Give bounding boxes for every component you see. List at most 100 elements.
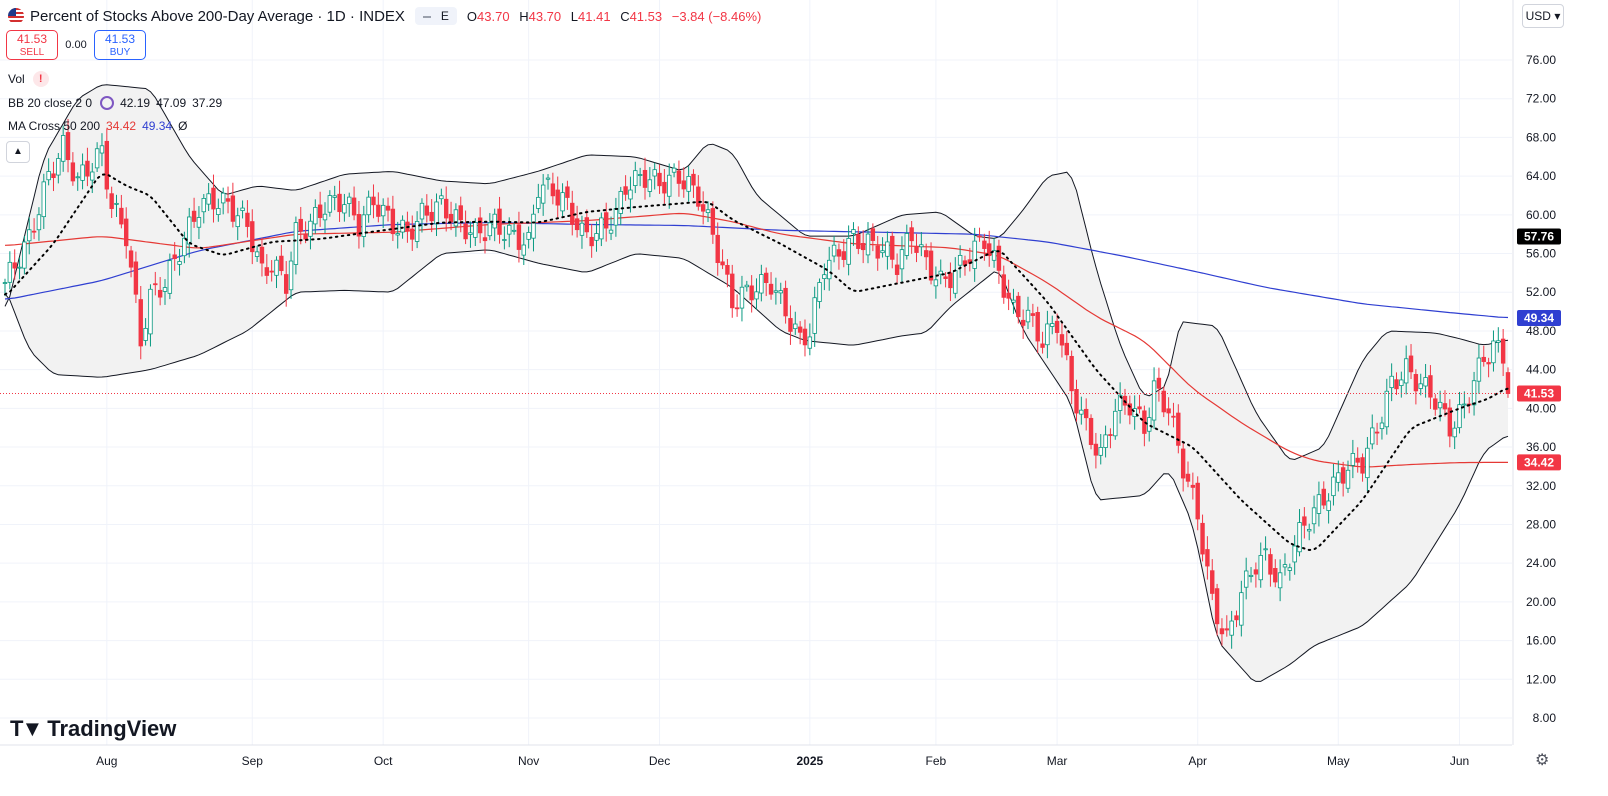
- candle-body: [657, 172, 662, 187]
- candle-body: [671, 167, 677, 173]
- bb-basis-value: 42.19: [120, 96, 151, 110]
- candle-body: [890, 235, 895, 260]
- candle-body: [1374, 431, 1380, 434]
- candle-body: [865, 233, 871, 256]
- sell-label: SELL: [19, 47, 45, 58]
- candle-body: [948, 272, 953, 289]
- badge-label: E: [440, 9, 449, 23]
- candle-body: [157, 289, 163, 298]
- candle-body: [167, 260, 173, 294]
- x-tick-label: 2025: [796, 754, 823, 768]
- candle-body: [836, 249, 842, 257]
- ma-cross-indicator[interactable]: MA Cross 50 200 34.42 49.34 Ø: [8, 117, 187, 135]
- candle-body: [1457, 404, 1462, 429]
- candle-body: [492, 213, 497, 229]
- candle-body: [1336, 472, 1341, 483]
- volume-label: Vol: [8, 72, 25, 86]
- candle-body: [565, 186, 570, 198]
- bb-indicator[interactable]: BB 20 close 2 0 42.19 47.09 37.29: [8, 94, 222, 112]
- candle-body: [1016, 295, 1021, 318]
- candle-body: [288, 260, 294, 291]
- ma200-value: 49.34: [142, 119, 173, 133]
- tradingview-mark-icon: T▼: [10, 716, 43, 741]
- candle-body: [284, 274, 289, 294]
- candle-body: [676, 170, 682, 184]
- settings-icon[interactable]: ⚙: [1535, 750, 1549, 770]
- dash-icon: [422, 15, 431, 18]
- buy-button[interactable]: 41.53 BUY: [94, 30, 146, 60]
- symbol-title[interactable]: Percent of Stocks Above 200-Day Average …: [30, 8, 405, 25]
- candle-body: [1151, 380, 1157, 421]
- candle-body: [235, 215, 240, 228]
- earnings-badge[interactable]: E: [414, 7, 457, 25]
- candle-body: [46, 171, 51, 181]
- tradingview-logo[interactable]: T▼ TradingView: [10, 716, 176, 742]
- candle-body: [1205, 549, 1210, 567]
- candle-body: [27, 229, 32, 242]
- candle-body: [1394, 379, 1399, 390]
- candle-body: [662, 181, 667, 194]
- candle-body: [783, 287, 788, 317]
- y-tick-label: 72.00: [1526, 92, 1556, 106]
- candle-body: [555, 189, 560, 206]
- ma-cross-label: MA Cross 50 200: [8, 119, 101, 133]
- candle-body: [274, 259, 279, 276]
- sell-button[interactable]: 41.53 SELL: [6, 30, 58, 60]
- buy-price: 41.53: [104, 32, 136, 46]
- candle-body: [1030, 313, 1036, 316]
- candle-body: [303, 233, 308, 240]
- ma-extra-value: Ø: [178, 119, 188, 133]
- candle-body: [468, 232, 473, 235]
- candle-body: [579, 222, 585, 236]
- bollinger-band-fill: [5, 84, 1508, 682]
- currency-selector[interactable]: USD ▾: [1522, 4, 1564, 28]
- candle-body: [1486, 362, 1491, 365]
- candle-body: [1059, 334, 1065, 346]
- candle-body: [1088, 417, 1094, 445]
- candle-body: [1437, 401, 1443, 409]
- candle-body: [463, 223, 468, 240]
- candle-body: [230, 195, 236, 222]
- candle-body: [1025, 309, 1031, 323]
- candle-body: [1243, 570, 1249, 588]
- candle-body: [1248, 574, 1254, 577]
- value-label: 34.42: [1517, 454, 1561, 471]
- candle-body: [1074, 389, 1079, 414]
- candle-body: [1316, 494, 1322, 514]
- candle-body: [749, 285, 754, 301]
- candle-body: [395, 233, 400, 236]
- candle-body: [1161, 390, 1166, 413]
- candle-body: [458, 205, 463, 221]
- candle-body: [1399, 379, 1404, 386]
- candle-body: [904, 233, 909, 256]
- candle-body: [1471, 380, 1477, 406]
- candle-body: [647, 179, 653, 192]
- warning-icon[interactable]: !: [32, 71, 49, 87]
- candle-body: [700, 204, 706, 212]
- candle-body: [172, 254, 177, 259]
- collapse-indicators-button[interactable]: ▲: [6, 141, 30, 163]
- price-chart[interactable]: 76.00 72.00 68.00 64.00 60.00 56.00 52.00 48.00…: [0, 0, 1608, 796]
- candle-body: [1307, 529, 1312, 532]
- candle-body: [400, 219, 405, 233]
- candle-body: [1195, 482, 1200, 520]
- candle-body: [1239, 592, 1244, 626]
- candle-body: [1452, 427, 1457, 438]
- candle-body: [1079, 409, 1084, 415]
- candle-body: [1476, 357, 1482, 382]
- y-tick-label: 8.00: [1533, 711, 1557, 725]
- candle-body: [1064, 342, 1069, 356]
- volume-indicator[interactable]: Vol !: [8, 70, 49, 88]
- candle-body: [259, 246, 265, 264]
- candle-body: [550, 183, 556, 197]
- y-tick-label: 12.00: [1526, 672, 1556, 686]
- candle-body: [487, 222, 493, 237]
- candle-body: [434, 201, 439, 225]
- candle-body: [1433, 398, 1438, 410]
- chart-header: Percent of Stocks Above 200-Day Average …: [8, 6, 767, 26]
- x-tick-label: Apr: [1188, 754, 1207, 768]
- candle-body: [448, 213, 454, 223]
- candle-body: [1219, 628, 1225, 635]
- candle-body: [187, 216, 192, 245]
- candle-body: [211, 187, 216, 210]
